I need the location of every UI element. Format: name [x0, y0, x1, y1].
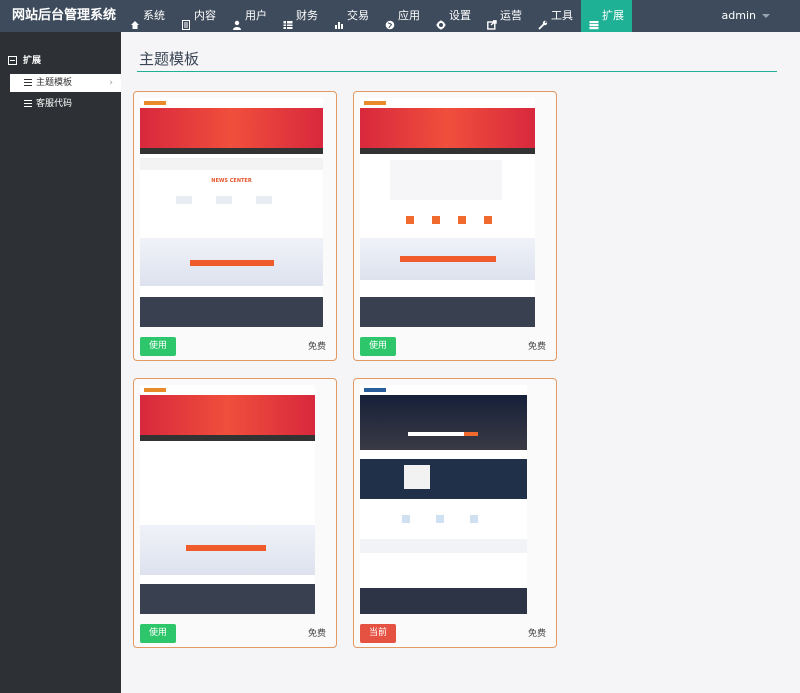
nav-item-content[interactable]: 内容 — [173, 0, 224, 32]
nav-item-apps[interactable]: 应用 — [377, 0, 428, 32]
nav-label: 扩展 — [602, 9, 624, 22]
use-template-button[interactable]: 使用 — [360, 337, 396, 356]
nav-label: 内容 — [194, 9, 216, 22]
user-menu[interactable]: admin — [722, 0, 770, 32]
sidebar-item-theme-templates[interactable]: 主题模板 › — [10, 74, 121, 92]
nav-item-settings[interactable]: 设置 — [428, 0, 479, 32]
sidebar-group-extensions[interactable]: 扩展 — [8, 53, 41, 66]
template-thumbnail[interactable] — [360, 98, 535, 327]
nav-item-extensions[interactable]: 扩展 — [581, 0, 632, 32]
list-icon — [24, 100, 32, 107]
template-card: 使用 免费 — [133, 378, 337, 648]
title-divider — [137, 71, 777, 72]
sidebar-item-service-code[interactable]: 客服代码 — [10, 95, 121, 113]
chevron-down-icon — [762, 14, 770, 18]
nav-item-users[interactable]: 用户 — [224, 0, 275, 32]
page-title: 主题模板 — [139, 50, 200, 68]
template-price: 免费 — [307, 629, 326, 639]
bar-chart-icon — [334, 11, 344, 29]
nav-label: 财务 — [296, 9, 318, 22]
gear-icon — [436, 11, 446, 30]
nav-label: 系统 — [143, 9, 165, 22]
chevron-right-icon: › — [109, 78, 113, 88]
nav-item-system[interactable]: 系统 — [122, 0, 173, 32]
template-price: 免费 — [527, 629, 546, 639]
nav-label: 设置 — [449, 9, 471, 22]
thumb-heading: NEWS CENTER — [211, 178, 252, 184]
main-content: 主题模板 NEWS CENTER 使用 免费 使用 免费 使用 免费 当前 免费 — [121, 32, 800, 693]
app-title: 网站后台管理系统 — [12, 8, 117, 23]
template-thumbnail[interactable]: NEWS CENTER — [140, 98, 323, 327]
main-nav: 系统 内容 用户 财务 交易 应用 设置 运营 工具 扩展 — [122, 0, 632, 32]
sidebar-item-label: 主题模板 — [36, 78, 73, 88]
template-price: 免费 — [527, 342, 546, 352]
template-card: 当前 免费 — [353, 378, 557, 648]
nav-label: 运营 — [500, 9, 522, 22]
sidebar-group-label: 扩展 — [23, 56, 42, 66]
nav-label: 应用 — [398, 9, 420, 22]
template-card: 使用 免费 — [353, 91, 557, 361]
table-icon — [283, 11, 293, 29]
share-icon — [487, 11, 497, 30]
nav-item-tools[interactable]: 工具 — [530, 0, 581, 32]
wrench-icon — [538, 11, 548, 30]
collapse-icon — [8, 56, 17, 65]
template-thumbnail[interactable] — [360, 385, 527, 614]
user-icon — [232, 11, 242, 30]
template-card: NEWS CENTER 使用 免费 — [133, 91, 337, 361]
list-icon — [24, 79, 32, 86]
sidebar-item-label: 客服代码 — [36, 99, 73, 109]
home-icon — [130, 11, 140, 29]
use-template-button[interactable]: 使用 — [140, 624, 176, 643]
template-price: 免费 — [307, 342, 326, 352]
sidebar: 扩展 主题模板 › 客服代码 — [0, 32, 121, 693]
template-thumbnail[interactable] — [140, 385, 315, 614]
nav-label: 用户 — [245, 9, 267, 22]
nav-item-trade[interactable]: 交易 — [326, 0, 377, 32]
top-navbar: 网站后台管理系统 系统 内容 用户 财务 交易 应用 设置 运营 工具 扩展 a… — [0, 0, 800, 32]
nav-label: 交易 — [347, 9, 369, 22]
nav-label: 工具 — [551, 9, 573, 22]
globe-icon — [385, 11, 395, 30]
document-icon — [181, 11, 191, 30]
current-template-button[interactable]: 当前 — [360, 624, 396, 643]
nav-item-finance[interactable]: 财务 — [275, 0, 326, 32]
use-template-button[interactable]: 使用 — [140, 337, 176, 356]
username: admin — [721, 9, 756, 22]
nav-item-operations[interactable]: 运营 — [479, 0, 530, 32]
stack-icon — [589, 11, 599, 30]
